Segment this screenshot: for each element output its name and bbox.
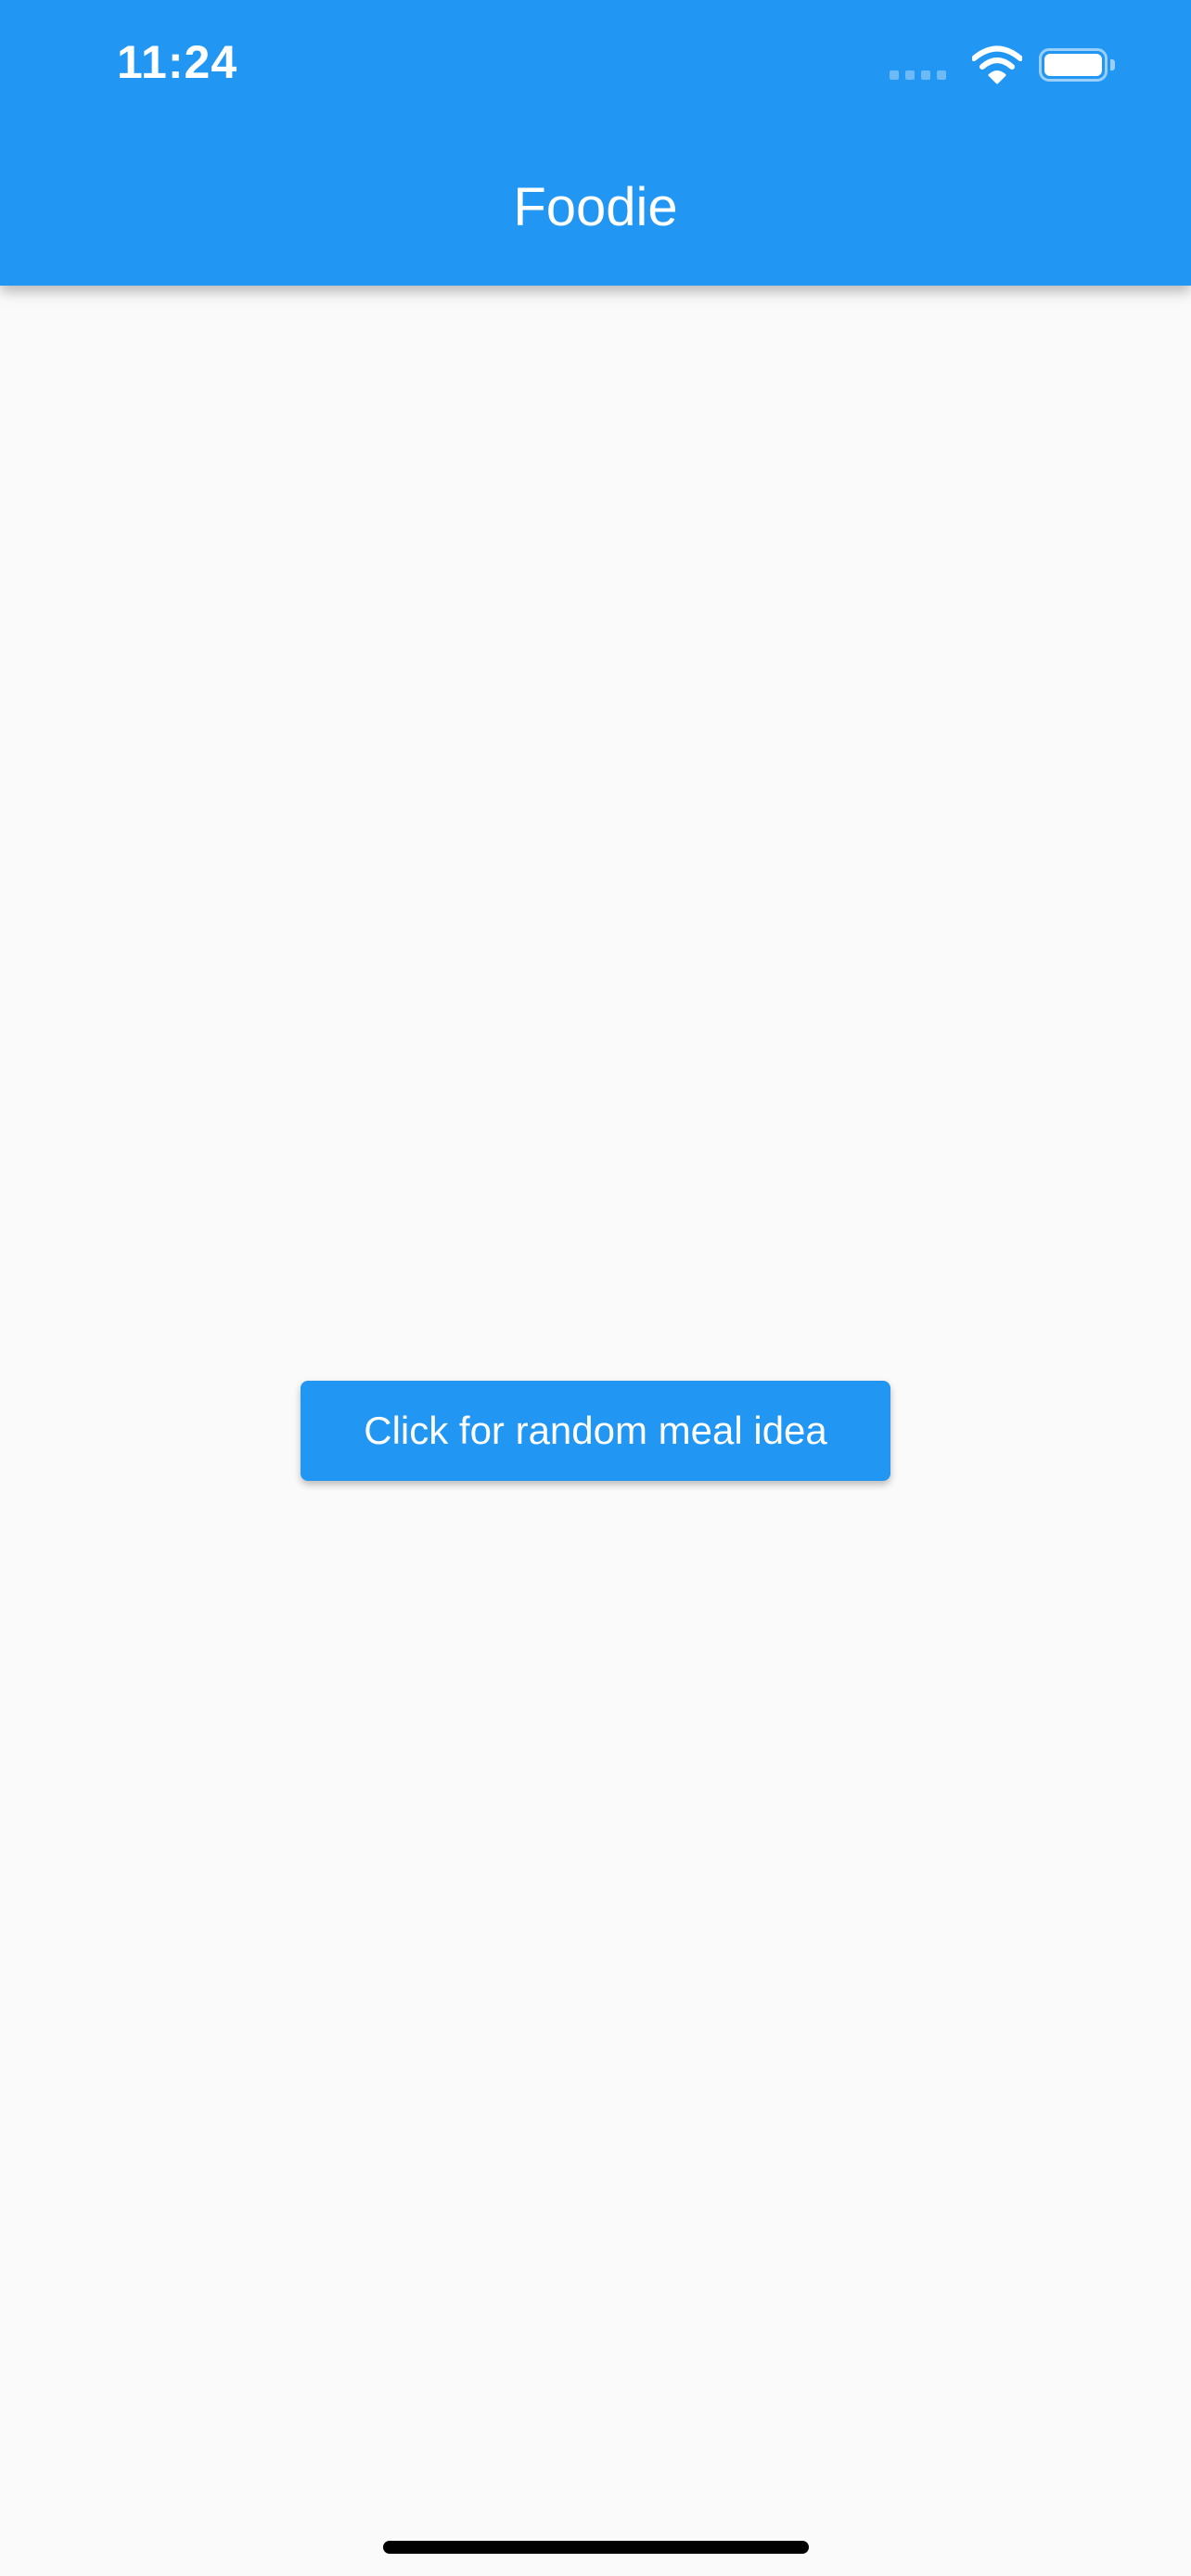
status-time: 11:24 (117, 36, 238, 88)
random-meal-button[interactable]: Click for random meal idea (301, 1381, 890, 1481)
status-icons (890, 43, 1115, 87)
wifi-icon (972, 45, 1022, 84)
cellular-signal-icon (890, 70, 946, 80)
battery-icon (1039, 48, 1108, 82)
app-bar: 11:24 Foodie (0, 0, 1191, 286)
home-indicator[interactable] (383, 2541, 809, 2554)
page-title: Foodie (513, 177, 678, 237)
battery-cap (1110, 59, 1115, 70)
